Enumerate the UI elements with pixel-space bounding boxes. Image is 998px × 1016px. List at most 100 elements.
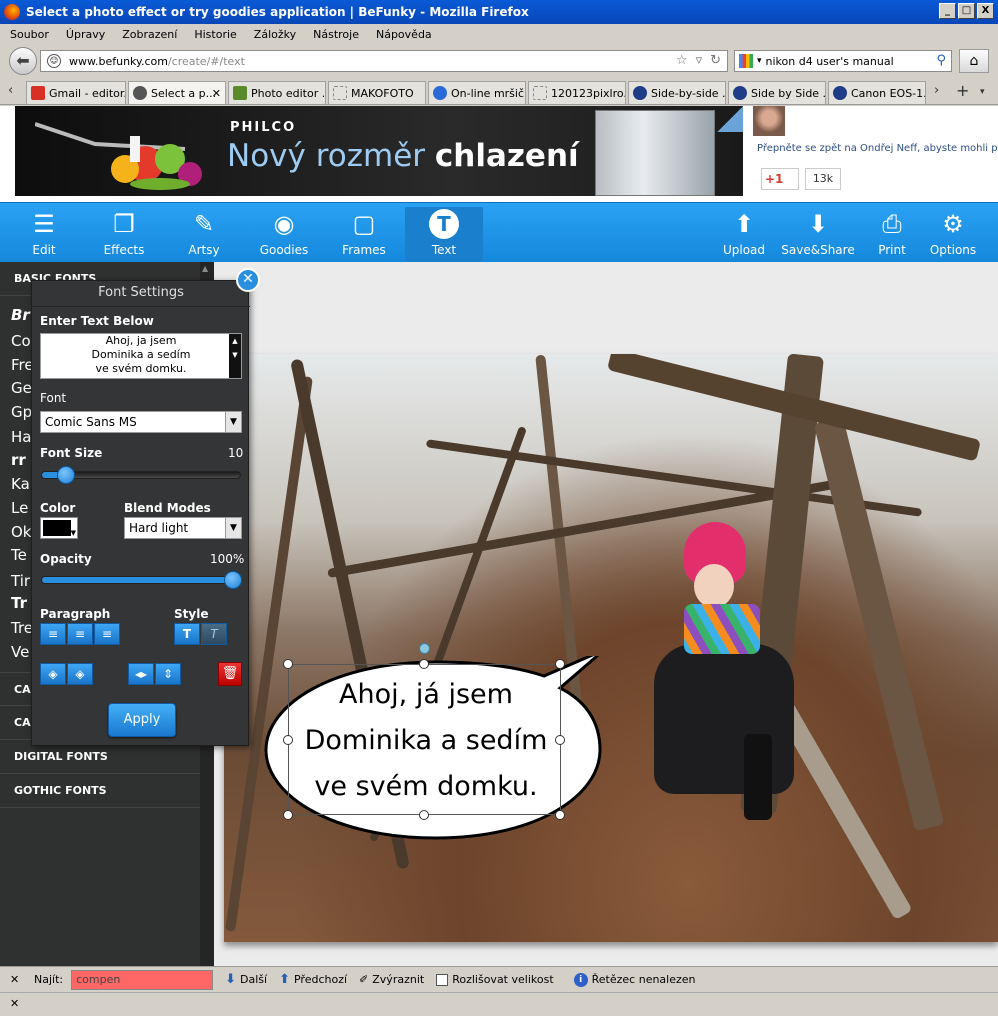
ad-banner[interactable]: PHILCO Nový rozměr chlazení <box>15 106 743 196</box>
layer-down-button[interactable]: ◈ <box>67 663 93 685</box>
font-item[interactable]: Ge <box>11 379 32 397</box>
toolbar-effects[interactable]: ❐ Effects <box>85 207 163 261</box>
font-size-slider[interactable] <box>41 466 241 484</box>
flip-vertical-button[interactable]: ⇕ <box>155 663 181 685</box>
font-size-slider-knob[interactable] <box>57 466 75 484</box>
menu-upravy[interactable]: Úpravy <box>66 28 105 41</box>
menu-soubor[interactable]: Soubor <box>10 28 49 41</box>
menu-napoveda[interactable]: Nápověda <box>376 28 432 41</box>
blend-mode-select[interactable]: Hard light ▼ <box>124 517 242 539</box>
text-entry-field[interactable]: Ahoj, ja jsem Dominika a sedím ve svém d… <box>40 333 242 379</box>
resize-handle-tl[interactable] <box>283 659 293 669</box>
minimize-button[interactable]: _ <box>939 3 956 19</box>
opacity-slider[interactable] <box>41 571 242 589</box>
url-bar[interactable]: ☺ www.befunky.com /create/#/text ☆ ▿ ↻ <box>40 50 728 72</box>
close-findbar-icon[interactable]: ✕ <box>10 973 24 986</box>
tab-mrsic[interactable]: On-line mršič ... <box>428 81 526 104</box>
tab-pixlr[interactable]: 120123pixlro... <box>528 81 626 104</box>
highlight-button[interactable]: ✐ Zvýraznit <box>359 973 424 986</box>
close-tab-icon[interactable]: ✕ <box>212 87 221 100</box>
dropdown-arrow-icon[interactable]: ▿ <box>696 53 703 68</box>
resize-handle-tr[interactable] <box>555 659 565 669</box>
site-identity-icon[interactable]: ☺ <box>47 54 61 68</box>
tab-scroll-right-icon[interactable]: › <box>934 83 939 98</box>
tab-side-by-side-2[interactable]: Side by Side ... <box>728 81 826 104</box>
font-item[interactable]: Co <box>11 332 31 350</box>
toolbar-text[interactable]: T Text <box>405 207 483 263</box>
font-item[interactable]: Ka <box>11 475 30 493</box>
font-item[interactable]: rr <box>11 451 26 469</box>
tab-list-icon[interactable]: ▾ <box>980 87 985 97</box>
menu-historie[interactable]: Historie <box>194 28 236 41</box>
align-right-button[interactable]: ≡ <box>94 623 120 645</box>
back-button[interactable]: ⬅ <box>9 47 37 75</box>
menu-nastroje[interactable]: Nástroje <box>313 28 359 41</box>
font-item[interactable]: Tre <box>11 619 33 637</box>
rotate-handle[interactable] <box>419 643 430 654</box>
avatar[interactable] <box>753 106 785 136</box>
tab-photo-editor[interactable]: Photo editor ... <box>228 81 326 104</box>
menu-zalozky[interactable]: Záložky <box>254 28 296 41</box>
resize-handle-bl[interactable] <box>283 810 293 820</box>
checkbox-box[interactable] <box>436 973 449 986</box>
tab-befunky[interactable]: Select a p... ✕ <box>128 81 226 104</box>
maximize-button[interactable]: □ <box>958 3 975 19</box>
font-item[interactable]: Ok <box>11 523 32 541</box>
scroll-up-icon[interactable]: ▲ <box>232 337 237 345</box>
toolbar-upload[interactable]: ⬆ Upload <box>705 207 783 261</box>
menu-zobrazeni[interactable]: Zobrazení <box>122 28 177 41</box>
resize-handle-br[interactable] <box>555 810 565 820</box>
layer-up-button[interactable]: ◈ <box>40 663 66 685</box>
tab-gmail[interactable]: Gmail - editor... <box>26 81 126 104</box>
font-item[interactable]: Le <box>11 499 28 517</box>
color-picker[interactable]: ▼ <box>40 517 78 539</box>
home-button[interactable]: ⌂ <box>959 49 989 73</box>
tab-scroll-left-icon[interactable]: ‹ <box>8 83 13 98</box>
opacity-slider-knob[interactable] <box>224 571 242 589</box>
align-center-button[interactable]: ≡ <box>67 623 93 645</box>
font-item[interactable]: Tr <box>11 594 27 612</box>
close-addon-bar-icon[interactable]: ✕ <box>10 997 19 1010</box>
toolbar-edit[interactable]: ☰ Edit <box>5 207 83 261</box>
reload-icon[interactable]: ↻ <box>710 53 721 68</box>
scroll-up-icon[interactable]: ▲ <box>202 264 212 276</box>
resize-handle-r[interactable] <box>555 735 565 745</box>
align-left-button[interactable]: ≡ <box>40 623 66 645</box>
font-item[interactable]: Ve <box>11 643 29 661</box>
tab-makofoto[interactable]: MAKOFOTO <box>328 81 426 104</box>
resize-handle-b[interactable] <box>419 810 429 820</box>
google-icon[interactable] <box>739 54 753 68</box>
text-scrollbar[interactable]: ▲ ▼ <box>229 334 241 378</box>
font-select[interactable]: Comic Sans MS ▼ <box>40 411 242 433</box>
find-prev-button[interactable]: ⬆ Předchozí <box>279 972 347 987</box>
find-next-button[interactable]: ⬇ Další <box>225 972 267 987</box>
gplus-button[interactable]: +1 <box>761 168 799 190</box>
bookmark-star-icon[interactable]: ☆ <box>676 53 688 68</box>
tab-side-by-side-1[interactable]: Side-by-side ... <box>628 81 726 104</box>
toolbar-frames[interactable]: ▢ Frames <box>325 207 403 261</box>
ad-corner-icon[interactable] <box>717 106 743 132</box>
apply-button[interactable]: Apply <box>108 703 176 737</box>
toolbar-save-share[interactable]: ⬇ Save&Share <box>779 207 857 261</box>
delete-button[interactable]: 🗑 <box>218 662 242 686</box>
photo-canvas[interactable] <box>224 354 998 942</box>
find-input[interactable]: compen <box>71 969 214 990</box>
toolbar-artsy[interactable]: ✎ Artsy <box>165 207 243 261</box>
match-case-checkbox[interactable]: Rozlišovat velikost <box>436 973 554 986</box>
resize-handle-l[interactable] <box>283 735 293 745</box>
social-switch-text[interactable]: Přepněte se zpět na Ondřej Neff, abyste … <box>757 143 998 154</box>
font-item[interactable]: Gp <box>11 403 32 421</box>
new-tab-icon[interactable]: + <box>956 81 969 100</box>
font-item[interactable]: Ha <box>11 428 31 446</box>
flip-horizontal-button[interactable]: ◂▸ <box>128 663 154 685</box>
font-item[interactable]: Br <box>11 306 30 324</box>
close-window-button[interactable]: X <box>977 3 994 19</box>
category-gothic-fonts[interactable]: GOTHIC FONTS <box>0 774 200 808</box>
font-item[interactable]: Tir <box>11 572 30 590</box>
toolbar-goodies[interactable]: ◉ Goodies <box>245 207 323 261</box>
toolbar-options[interactable]: ⚙ Options <box>914 207 992 261</box>
bubble-text[interactable]: Ahoj, já jsem Dominika a sedím ve svém d… <box>290 668 562 814</box>
scroll-down-icon[interactable]: ▼ <box>232 351 237 359</box>
close-panel-button[interactable]: ✕ <box>236 268 260 292</box>
search-bar[interactable]: ▾ nikon d4 user's manual ⚲ <box>734 50 952 72</box>
